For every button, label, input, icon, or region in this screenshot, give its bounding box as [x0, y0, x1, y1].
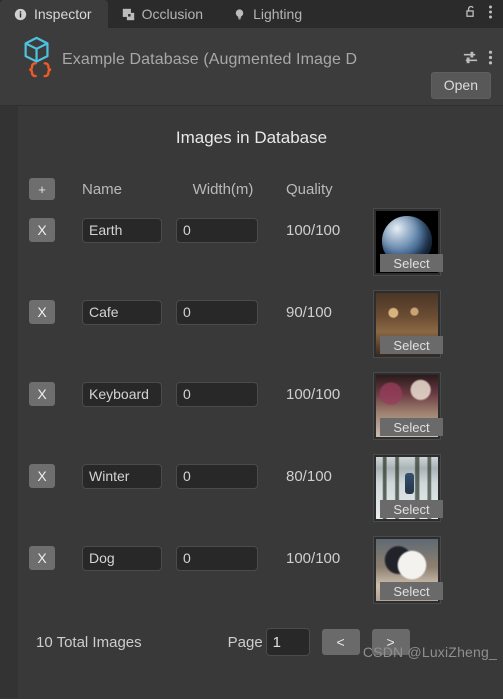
delete-cell: X — [18, 452, 66, 500]
page-number-input[interactable] — [265, 628, 310, 656]
thumbnail-cell: Select — [373, 452, 463, 522]
table-row: X 100/100 Select — [18, 534, 503, 616]
asset-header-controls — [462, 49, 493, 71]
total-images-label: 10 Total Images — [36, 633, 142, 651]
thumbnail-cell: Select — [373, 534, 463, 604]
tab-occlusion[interactable]: Occlusion — [108, 0, 219, 28]
name-cell — [66, 534, 168, 582]
quality-value: 100/100 — [286, 221, 341, 239]
occlusion-icon — [122, 8, 135, 21]
image-name-input[interactable] — [82, 299, 162, 325]
image-width-input[interactable] — [176, 217, 258, 243]
name-cell — [66, 288, 168, 336]
section-title: Images in Database — [175, 128, 328, 147]
image-name-input[interactable] — [82, 381, 162, 407]
page-label: Page — [227, 633, 263, 651]
image-width-input[interactable] — [176, 381, 258, 407]
quality-cell: 90/100 — [278, 288, 373, 336]
kebab-menu-icon[interactable] — [488, 49, 493, 71]
table-row: X 100/100 Select — [18, 370, 503, 452]
column-header-name: Name — [82, 180, 123, 198]
quality-cell: 100/100 — [278, 534, 373, 582]
image-object-field[interactable]: Select — [373, 454, 443, 522]
quality-cell: 80/100 — [278, 452, 373, 500]
image-object-field[interactable]: Select — [373, 208, 443, 276]
unlocked-padlock-icon[interactable] — [464, 4, 478, 24]
table-row: X 90/100 Select — [18, 288, 503, 370]
image-object-field[interactable]: Select — [373, 290, 443, 358]
select-button[interactable]: Select — [380, 500, 443, 518]
image-object-field[interactable]: Select — [373, 536, 443, 604]
scriptable-object-icon — [12, 36, 52, 83]
image-name-input[interactable] — [82, 545, 162, 571]
quality-cell: 100/100 — [278, 206, 373, 254]
table-header-row: + Name Width(m) Quality — [18, 172, 503, 206]
delete-row-button[interactable]: X — [29, 218, 55, 242]
delete-row-button[interactable]: X — [29, 382, 55, 406]
name-cell — [66, 452, 168, 500]
left-margin-strip — [0, 106, 18, 698]
image-width-input[interactable] — [176, 463, 258, 489]
thumbnail-cell: Select — [373, 370, 463, 440]
kebab-menu-icon[interactable] — [488, 4, 493, 25]
add-image-button[interactable]: + — [29, 178, 55, 200]
delete-cell: X — [18, 288, 66, 336]
delete-row-button[interactable]: X — [29, 464, 55, 488]
image-width-input[interactable] — [176, 545, 258, 571]
tab-occlusion-label: Occlusion — [141, 6, 204, 22]
select-button[interactable]: Select — [380, 336, 443, 354]
column-header-width: Width(m) — [192, 180, 254, 198]
width-cell — [168, 288, 278, 336]
add-cell: + — [18, 178, 66, 200]
tab-bar-controls — [464, 0, 503, 28]
previous-page-button[interactable]: < — [321, 629, 360, 655]
editor-tab-bar: Inspector Occlusion Lighting — [0, 0, 503, 28]
quality-value: 100/100 — [286, 549, 341, 567]
select-button[interactable]: Select — [380, 254, 443, 272]
width-cell — [168, 452, 278, 500]
width-cell — [168, 370, 278, 418]
tab-inspector-label: Inspector — [34, 6, 92, 22]
width-cell — [168, 206, 278, 254]
delete-row-button[interactable]: X — [29, 546, 55, 570]
quality-value: 90/100 — [286, 303, 332, 321]
image-width-input[interactable] — [176, 299, 258, 325]
image-name-input[interactable] — [82, 217, 162, 243]
delete-row-button[interactable]: X — [29, 300, 55, 324]
delete-cell: X — [18, 206, 66, 254]
tab-inspector[interactable]: Inspector — [0, 0, 108, 28]
watermark: CSDN @LuxiZheng_ — [362, 644, 497, 660]
asset-header: Example Database (Augmented Image D Open — [0, 28, 503, 106]
open-button[interactable]: Open — [430, 72, 491, 99]
lightbulb-icon — [233, 8, 246, 21]
quality-value: 80/100 — [286, 467, 332, 485]
width-cell — [168, 534, 278, 582]
images-table: + Name Width(m) Quality X 100/100 — [0, 172, 503, 616]
quality-value: 100/100 — [286, 385, 341, 403]
asset-header-row: Example Database (Augmented Image D — [0, 28, 503, 83]
delete-cell: X — [18, 534, 66, 582]
image-name-input[interactable] — [82, 463, 162, 489]
quality-cell: 100/100 — [278, 370, 373, 418]
pagination-bar: 10 Total Images Page < > CSDN @LuxiZheng… — [0, 622, 503, 662]
info-icon — [14, 8, 27, 21]
table-row: X 100/100 Select — [18, 206, 503, 288]
name-cell — [66, 206, 168, 254]
thumbnail-cell: Select — [373, 288, 463, 358]
image-object-field[interactable]: Select — [373, 372, 443, 440]
name-cell — [66, 370, 168, 418]
table-row: X 80/100 Select — [18, 452, 503, 534]
tab-lighting[interactable]: Lighting — [219, 0, 318, 28]
select-button[interactable]: Select — [380, 582, 443, 600]
select-button[interactable]: Select — [380, 418, 443, 436]
preset-settings-icon[interactable] — [462, 49, 479, 71]
inspector-body: Images in Database + Name Width(m) Quali… — [0, 106, 503, 698]
thumbnail-cell: Select — [373, 206, 463, 276]
tab-lighting-label: Lighting — [253, 6, 303, 22]
column-header-quality: Quality — [286, 180, 333, 198]
delete-cell: X — [18, 370, 66, 418]
asset-title: Example Database (Augmented Image D — [62, 50, 358, 68]
